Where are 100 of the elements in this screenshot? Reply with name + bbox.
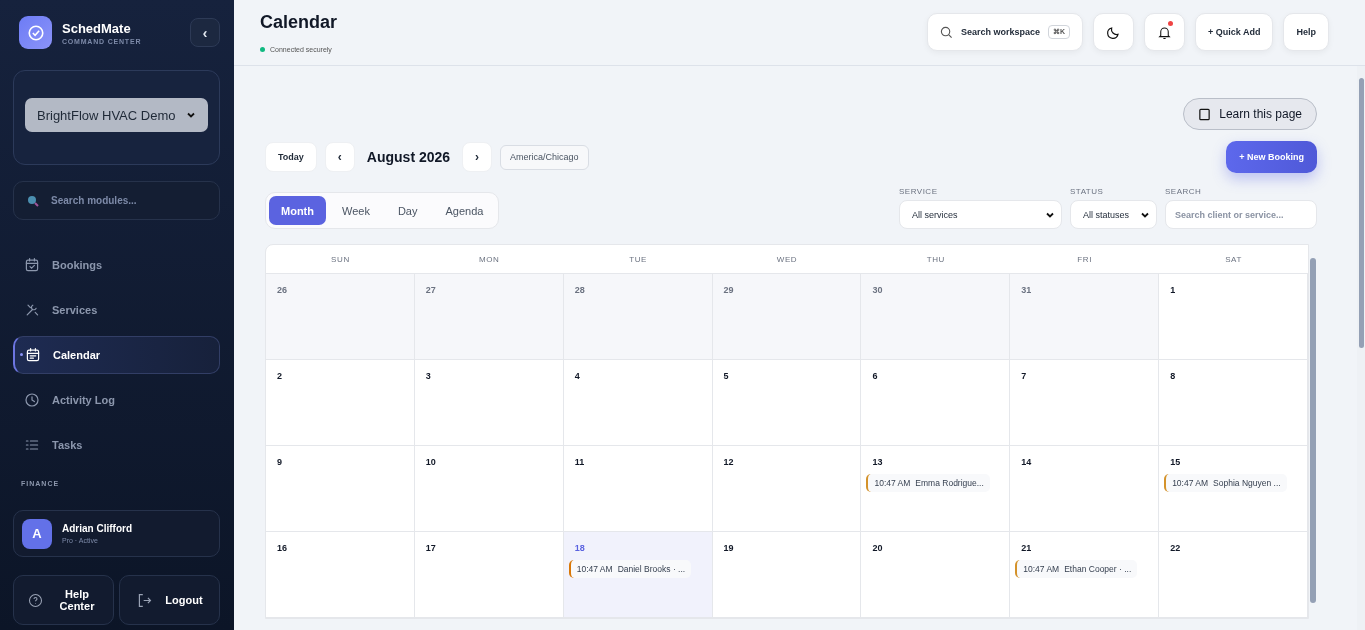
day-cell[interactable]: 26 (266, 274, 415, 360)
day-cell[interactable]: 18 10:47 AM Daniel Brooks · ... (563, 532, 713, 618)
theme-toggle-button[interactable] (1093, 13, 1135, 51)
learn-page-button[interactable]: Learn this page (1183, 98, 1317, 130)
event-chip[interactable]: 10:47 AM Daniel Brooks · ... (568, 560, 692, 578)
chevron-down-icon (186, 110, 196, 120)
previous-month-button[interactable]: ‹ (324, 142, 355, 172)
nav-item[interactable]: Tasks (13, 426, 220, 464)
day-number: 2 (277, 371, 283, 381)
day-cell[interactable]: 15 10:47 AM Sophia Nguyen ... (1159, 446, 1308, 532)
day-number: 27 (425, 285, 437, 295)
day-number: 30 (872, 285, 884, 295)
nav-item[interactable]: Bookings (13, 246, 220, 284)
event-chip[interactable]: 10:47 AM Emma Rodrigue... (866, 474, 990, 492)
day-cell[interactable]: 4 (563, 360, 713, 446)
search-icon (27, 194, 39, 207)
client-search-field[interactable]: Search client or service... (1165, 200, 1317, 229)
view-tab[interactable]: Month (269, 196, 326, 225)
day-number: 3 (425, 371, 432, 381)
day-number: 16 (277, 543, 288, 553)
moon-icon (1106, 24, 1122, 40)
brand-name: SchedMate (62, 20, 132, 36)
day-number: 1 (1170, 285, 1177, 295)
day-number: 12 (723, 457, 735, 467)
day-number: 14 (1021, 457, 1033, 467)
service-select[interactable]: All services (899, 200, 1062, 229)
day-cell[interactable]: 19 (712, 532, 862, 618)
today-button[interactable]: Today (265, 142, 317, 172)
logout-icon (136, 591, 154, 609)
nav-item[interactable]: Activity Log (13, 381, 220, 419)
view-tab[interactable]: Week (330, 196, 382, 225)
quick-add-button[interactable]: + Quick Add (1195, 13, 1274, 51)
day-cell[interactable]: 29 (712, 274, 862, 360)
search-icon (939, 25, 953, 39)
list-icon (24, 437, 40, 453)
day-cell[interactable]: 27 (414, 274, 564, 360)
day-cell[interactable]: 8 (1159, 360, 1308, 446)
notifications-button[interactable] (1144, 13, 1186, 51)
day-cell[interactable]: 7 (1010, 360, 1160, 446)
user-name: Adrian Clifford (62, 523, 132, 534)
weekday-header: SAT (1159, 245, 1308, 274)
day-number: 7 (1021, 371, 1028, 381)
day-cell[interactable]: 9 (266, 446, 415, 532)
day-cell[interactable]: 20 (861, 532, 1011, 618)
day-cell[interactable]: 1 (1159, 274, 1308, 360)
page-title: Calendar (260, 12, 338, 33)
day-number: 15 (1170, 457, 1182, 467)
logo-icon (19, 16, 52, 49)
day-cell[interactable]: 16 (266, 532, 415, 618)
view-tab[interactable]: Agenda (433, 196, 496, 225)
day-number: 9 (277, 457, 283, 467)
book-icon (1198, 107, 1212, 121)
day-number: 11 (574, 457, 586, 467)
day-cell[interactable]: 5 (712, 360, 862, 446)
day-number: 20 (872, 543, 884, 553)
day-cell[interactable]: 17 (414, 532, 564, 618)
day-number: 17 (425, 543, 437, 553)
nav-item[interactable]: Calendar (13, 336, 220, 374)
day-number: 10 (425, 457, 437, 467)
status-dot (260, 47, 265, 52)
workspace-select[interactable]: BrightFlow HVAC Demo (25, 98, 208, 132)
filter-label: STATUS (1070, 187, 1105, 196)
day-number: 31 (1021, 285, 1033, 295)
module-search-field[interactable]: Search modules... (13, 181, 220, 220)
day-cell[interactable]: 2 (266, 360, 415, 446)
calendar-check-icon (24, 257, 40, 273)
tools-icon (24, 302, 40, 318)
new-booking-button[interactable]: + New Booking (1226, 141, 1317, 173)
day-cell[interactable]: 3 (414, 360, 564, 446)
day-number: 18 (574, 543, 586, 553)
day-cell[interactable]: 21 10:47 AM Ethan Cooper · ... (1010, 532, 1160, 618)
day-cell[interactable]: 13 10:47 AM Emma Rodrigue... (861, 446, 1011, 532)
help-button[interactable]: Help (1283, 13, 1329, 51)
nav-item[interactable]: Services (13, 291, 220, 329)
day-number: 28 (574, 285, 586, 295)
help-center-button[interactable]: Help Center (13, 575, 114, 625)
bell-icon (1157, 24, 1173, 40)
day-cell[interactable]: 22 (1159, 532, 1308, 618)
status-select[interactable]: All statuses (1070, 200, 1157, 229)
day-cell[interactable]: 6 (861, 360, 1011, 446)
event-chip[interactable]: 10:47 AM Sophia Nguyen ... (1164, 474, 1287, 492)
day-number: 6 (872, 371, 879, 381)
day-number: 26 (277, 285, 288, 295)
avatar: A (22, 518, 52, 549)
filter-label: SEARCH (1165, 187, 1203, 196)
view-tab[interactable]: Day (385, 196, 430, 225)
day-number: 8 (1170, 371, 1177, 381)
day-cell[interactable]: 14 (1010, 446, 1160, 532)
next-month-button[interactable]: › (462, 142, 493, 172)
event-chip[interactable]: 10:47 AM Ethan Cooper · ... (1015, 560, 1138, 578)
day-cell[interactable]: 28 (563, 274, 713, 360)
logout-button[interactable]: Logout (119, 575, 220, 625)
day-cell[interactable]: 12 (712, 446, 862, 532)
collapse-button[interactable]: ‹ (190, 18, 220, 47)
day-number: 5 (723, 371, 730, 381)
day-cell[interactable]: 31 (1010, 274, 1160, 360)
day-cell[interactable]: 30 (861, 274, 1011, 360)
day-number: 13 (872, 457, 884, 467)
day-number: 4 (574, 371, 581, 381)
day-cell[interactable]: 10 (414, 446, 564, 532)
